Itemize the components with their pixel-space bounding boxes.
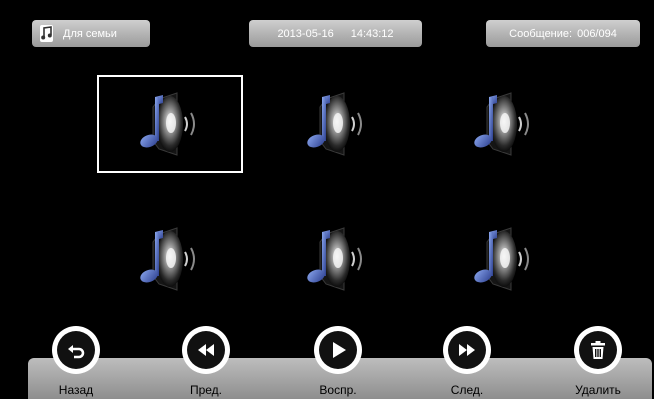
audio-file-icon xyxy=(125,89,215,159)
time-label: 14:43:12 xyxy=(350,27,394,40)
audio-thumb-3[interactable] xyxy=(431,75,577,173)
trash-icon xyxy=(591,341,605,359)
audio-thumb-5[interactable] xyxy=(264,210,410,308)
rewind-icon xyxy=(198,344,214,356)
play-button[interactable]: Воспр. xyxy=(303,326,373,397)
audio-file-icon xyxy=(125,224,215,294)
audio-thumb-6[interactable] xyxy=(431,210,577,308)
audio-file-icon xyxy=(292,224,382,294)
music-note-icon xyxy=(40,25,53,42)
audio-thumb-2[interactable] xyxy=(264,75,410,173)
message-count: 006/094 xyxy=(577,27,617,40)
back-arrow-icon xyxy=(68,345,85,359)
delete-label: Удалить xyxy=(575,383,621,397)
play-label: Воспр. xyxy=(319,383,357,397)
audio-thumb-4[interactable] xyxy=(97,210,243,308)
message-counter: Сообщение: 006/094 xyxy=(486,20,640,47)
audio-file-icon xyxy=(459,89,549,159)
play-icon xyxy=(333,342,346,358)
fast-forward-icon xyxy=(459,344,475,356)
next-label: След. xyxy=(450,383,484,397)
audio-thumb-1[interactable] xyxy=(97,75,243,173)
audio-file-icon xyxy=(459,224,549,294)
next-button[interactable]: След. xyxy=(432,326,502,397)
back-label: Назад xyxy=(58,383,94,397)
back-button[interactable]: Назад xyxy=(41,326,111,397)
message-label: Сообщение: xyxy=(509,27,573,40)
audio-file-icon xyxy=(292,89,382,159)
datetime-box: 2013-05-16 14:43:12 xyxy=(249,20,422,47)
date-label: 2013-05-16 xyxy=(277,27,334,40)
page-title: Для семьи xyxy=(63,27,117,40)
prev-label: Пред. xyxy=(189,383,223,397)
title-box: Для семьи xyxy=(32,20,150,47)
prev-button[interactable]: Пред. xyxy=(171,326,241,397)
delete-button[interactable]: Удалить xyxy=(563,326,633,397)
